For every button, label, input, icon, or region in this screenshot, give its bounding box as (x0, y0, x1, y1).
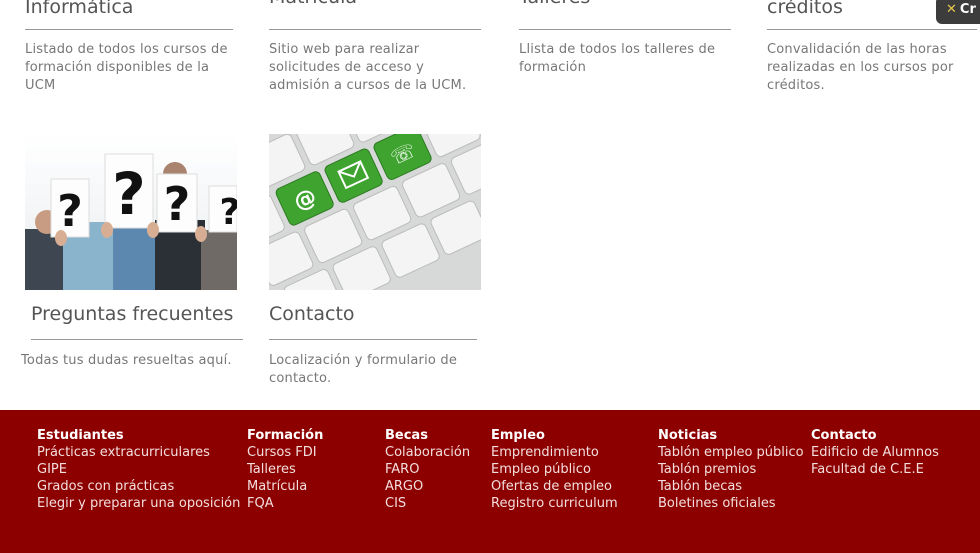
svg-text:?: ? (164, 177, 191, 231)
footer-heading[interactable]: Noticias (658, 427, 804, 444)
footer-col-becas: Becas Colaboración FARO ARGO CIS (385, 427, 470, 512)
svg-text:?: ? (220, 192, 237, 233)
footer-heading[interactable]: Formación (247, 427, 323, 444)
footer-link[interactable]: Emprendimiento (491, 444, 618, 461)
card-matricula[interactable]: Matrícula Sitio web para realizar solici… (269, 0, 484, 96)
footer-col-formacion: Formación Cursos FDI Talleres Matrícula … (247, 427, 323, 512)
card-title[interactable]: créditos (767, 0, 843, 18)
footer-link[interactable]: Talleres (247, 461, 323, 478)
card-informatica[interactable]: Informática Listado de todos los cursos … (25, 0, 235, 96)
footer-link[interactable]: Tablón becas (658, 478, 804, 495)
question-marks-image[interactable]: ? ? ? ? (25, 134, 237, 290)
footer-heading[interactable]: Estudiantes (37, 427, 240, 444)
footer-heading[interactable]: Contacto (811, 427, 939, 444)
svg-text:?: ? (57, 186, 83, 237)
keyboard-contact-image[interactable]: @ ☏ (269, 134, 481, 290)
card-description: Listado de todos los cursos de formación… (25, 42, 228, 93)
footer-link[interactable]: Elegir y preparar una oposición (37, 495, 240, 512)
badge-label: Cr (959, 2, 976, 17)
card-title[interactable]: Contacto (269, 303, 355, 325)
footer-col-contacto: Contacto Edificio de Alumnos Facultad de… (811, 427, 939, 478)
card-divider (519, 29, 731, 30)
card-divider (767, 29, 977, 30)
card-description: Sitio web para realizar solicitudes de a… (269, 42, 467, 93)
footer-link[interactable]: Prácticas extracurriculares (37, 444, 240, 461)
footer-link[interactable]: Empleo público (491, 461, 618, 478)
card-talleres[interactable]: Talleres Llista de todos los talleres de… (519, 0, 734, 96)
footer-link[interactable]: Tablón empleo público (658, 444, 804, 461)
card-title[interactable]: Matrícula (269, 0, 357, 8)
footer-link[interactable]: FQA (247, 495, 323, 512)
card-title[interactable]: Informática (25, 0, 133, 18)
card-description: Llista de todos los talleres de formació… (519, 42, 716, 75)
card-title[interactable]: Talleres (519, 0, 590, 8)
svg-text:?: ? (112, 160, 146, 228)
footer-link[interactable]: Matrícula (247, 478, 323, 495)
footer-link[interactable]: Cursos FDI (247, 444, 323, 461)
footer-link[interactable]: Colaboración (385, 444, 470, 461)
footer-link[interactable]: FARO (385, 461, 470, 478)
cr-badge[interactable]: ✕ Cr (936, 0, 980, 24)
card-contacto[interactable]: @ ☏ Contacto Localización y formulario d… (269, 134, 481, 394)
card-description: Localización y formulario de contacto. (269, 353, 458, 386)
footer-heading[interactable]: Becas (385, 427, 470, 444)
card-description: Convalidación de las horas realizadas en… (767, 42, 954, 93)
footer-link[interactable]: CIS (385, 495, 470, 512)
card-preguntas-frecuentes[interactable]: ? ? ? ? Preguntas frecuentes Todas tus d… (21, 134, 243, 394)
footer-link[interactable]: Registro curriculum (491, 495, 618, 512)
footer-link[interactable]: Edificio de Alumnos (811, 444, 939, 461)
card-title[interactable]: Preguntas frecuentes (31, 303, 233, 325)
footer-col-empleo: Empleo Emprendimiento Empleo público Ofe… (491, 427, 618, 512)
site-footer: Estudiantes Prácticas extracurriculares … (0, 410, 980, 553)
footer-link[interactable]: Grados con prácticas (37, 478, 240, 495)
card-divider (269, 29, 481, 30)
footer-link[interactable]: Facultad de C.E.E (811, 461, 939, 478)
footer-col-estudiantes: Estudiantes Prácticas extracurriculares … (37, 427, 240, 512)
footer-link[interactable]: Boletines oficiales (658, 495, 804, 512)
card-divider (25, 29, 233, 30)
footer-link[interactable]: Ofertas de empleo (491, 478, 618, 495)
footer-link[interactable]: GIPE (37, 461, 240, 478)
footer-link[interactable]: Tablón premios (658, 461, 804, 478)
card-description: Todas tus dudas resueltas aquí. (21, 353, 232, 368)
card-divider (269, 339, 477, 340)
footer-heading[interactable]: Empleo (491, 427, 618, 444)
cross-icon: ✕ (946, 2, 957, 17)
footer-col-noticias: Noticias Tablón empleo público Tablón pr… (658, 427, 804, 512)
card-divider (31, 339, 243, 340)
footer-link[interactable]: ARGO (385, 478, 470, 495)
